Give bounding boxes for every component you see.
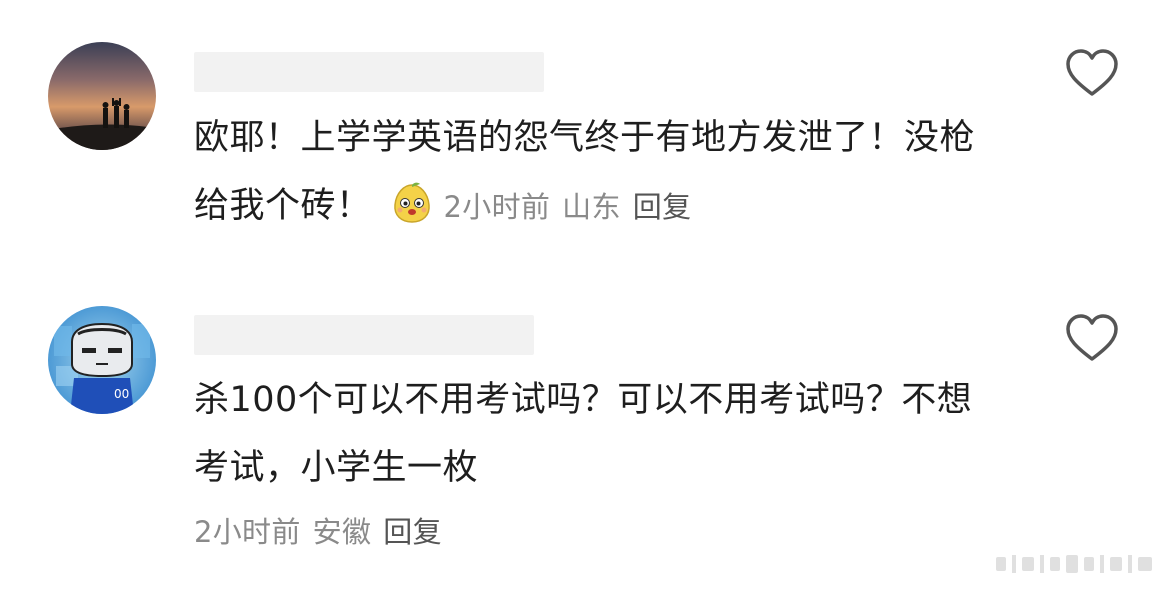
heart-outline-icon[interactable]	[1064, 47, 1120, 99]
comment-item: 00 杀100个可以不用考试吗？可以不用考试吗？不想考试，小学生一枚 2小时前安…	[0, 270, 1170, 593]
avatar[interactable]	[48, 42, 156, 150]
username-placeholder[interactable]	[194, 315, 534, 355]
comment-time: 2小时前	[194, 515, 301, 549]
comment-meta: 2小时前 山东 回复	[444, 190, 704, 224]
watermark-logo	[996, 555, 1152, 573]
comment-body: 欧耶！上学学英语的怨气终于有地方发泄了！没枪给我个砖！ 2小时前 山东 回复	[194, 104, 984, 241]
comment-body: 杀100个可以不用考试吗？可以不用考试吗？不想考试，小学生一枚	[194, 366, 984, 502]
comment-meta: 2小时前 安徽 回复	[194, 502, 454, 562]
reply-button[interactable]: 回复	[383, 515, 442, 549]
comment-text: 杀100个可以不用考试吗？可以不用考试吗？不想考试，小学生一枚	[194, 380, 973, 488]
reply-button[interactable]: 回复	[633, 190, 692, 224]
comment-item: 欧耶！上学学英语的怨气终于有地方发泄了！没枪给我个砖！ 2小时前 山东 回复	[0, 0, 1170, 270]
heart-outline-icon[interactable]	[1064, 312, 1120, 364]
comment-location: 安徽	[312, 515, 372, 549]
svg-text:00: 00	[114, 387, 129, 401]
avatar[interactable]: 00	[48, 306, 156, 414]
comment-location: 山东	[562, 190, 621, 224]
comment-time: 2小时前	[443, 190, 551, 224]
pear-mascot-emoji	[390, 181, 434, 225]
username-placeholder[interactable]	[194, 52, 544, 92]
